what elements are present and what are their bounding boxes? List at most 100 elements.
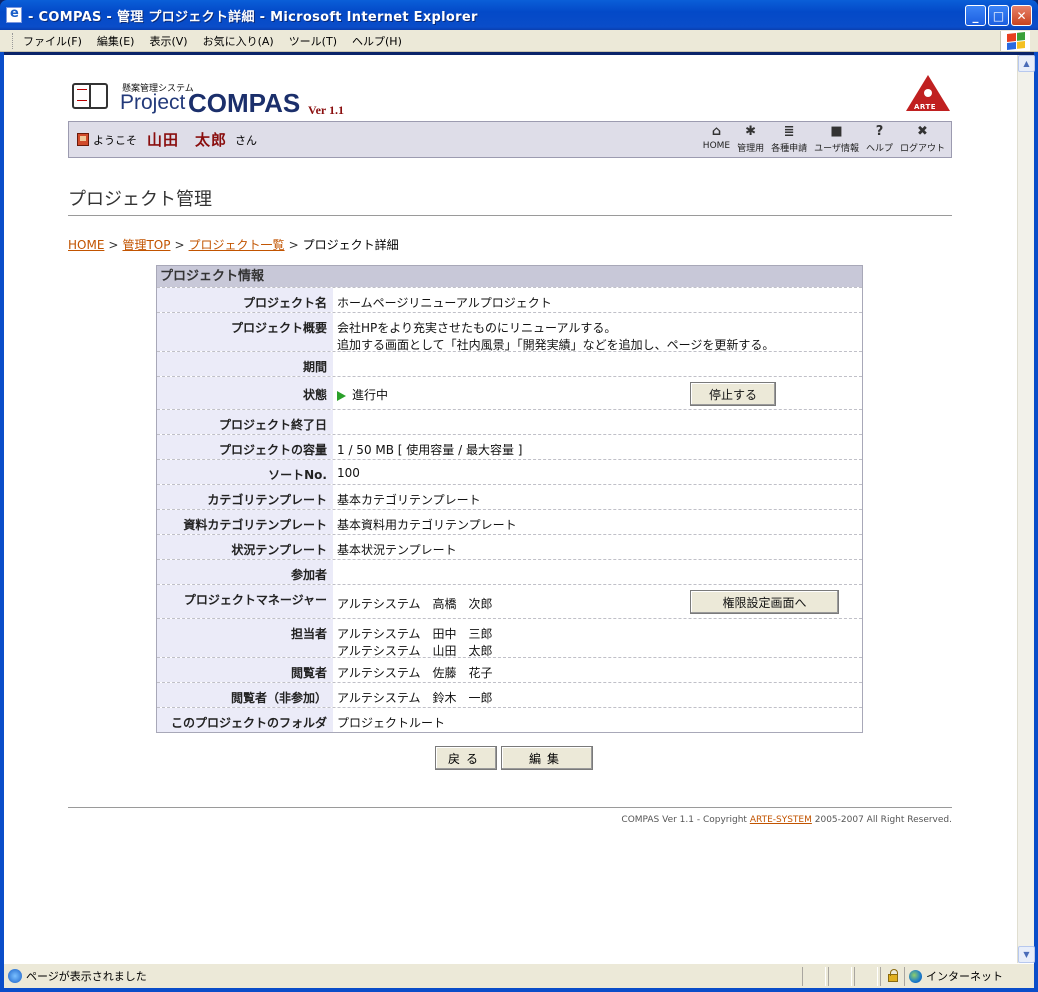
table-row: 状態 進行中 停止する xyxy=(157,376,862,409)
footer: COMPAS Ver 1.1 - Copyright ARTE-SYSTEM 2… xyxy=(621,815,952,825)
back-button[interactable]: 戻る xyxy=(435,746,497,770)
tool-requests[interactable]: ≣ 各種申請 xyxy=(771,124,807,155)
tool-user-info[interactable]: ■ ユーザ情報 xyxy=(814,124,859,155)
document-category-template-value: 基本資料用カテゴリテンプレート xyxy=(337,518,517,532)
window-frame-bottom xyxy=(0,988,1038,992)
status-value: 進行中 停止する xyxy=(333,377,862,409)
breadcrumb-current: プロジェクト詳細 xyxy=(302,238,399,252)
project-info-table: プロジェクト情報 プロジェクト名 ホームページリニューアルプロジェクト プロジェ… xyxy=(156,265,863,733)
menu-bar: ファイル(F) 編集(E) 表示(V) お気に入り(A) ツール(T) ヘルプ(… xyxy=(0,30,1038,52)
row-label: 閲覧者 xyxy=(157,658,333,682)
home-icon: ⌂ xyxy=(711,123,722,139)
tool-home[interactable]: ⌂ HOME xyxy=(703,124,730,154)
windows-logo-icon xyxy=(1000,31,1030,51)
page-title: プロジェクト管理 xyxy=(68,189,212,210)
vertical-scrollbar[interactable]: ▲ ▼ xyxy=(1017,55,1035,963)
table-row: 資料カテゴリテンプレート 基本資料用カテゴリテンプレート xyxy=(157,509,862,534)
logo-compas: COMPAS xyxy=(188,88,301,118)
breadcrumb-separator: > xyxy=(288,238,299,252)
scroll-down-icon[interactable]: ▼ xyxy=(1018,946,1035,963)
scroll-up-icon[interactable]: ▲ xyxy=(1018,55,1035,72)
participants-value xyxy=(333,560,862,584)
close-button[interactable]: ✕ xyxy=(1011,5,1032,26)
welcome-prefix: ようこそ xyxy=(93,133,137,147)
menu-favorites[interactable]: お気に入り(A) xyxy=(203,33,274,49)
table-row: 期間 xyxy=(157,351,862,376)
sort-no-value: 100 xyxy=(337,466,360,480)
menu-file[interactable]: ファイル(F) xyxy=(23,33,82,49)
book-icon xyxy=(72,83,108,109)
user-name: 山田 太郎 xyxy=(147,131,228,149)
project-manager-value: アルテシステム 高橋 次郎 権限設定画面へ xyxy=(333,585,862,618)
user-icon xyxy=(77,133,89,146)
globe-icon xyxy=(909,969,922,983)
table-row: ソートNo. 100 xyxy=(157,459,862,484)
tool-logout[interactable]: ✖ ログアウト xyxy=(900,123,945,155)
page-loaded-icon xyxy=(8,969,22,983)
row-label: 期間 xyxy=(157,352,333,376)
window-title: - COMPAS - 管理 プロジェクト詳細 - Microsoft Inter… xyxy=(28,9,478,25)
row-label: 参加者 xyxy=(157,560,333,584)
permission-settings-button[interactable]: 権限設定画面へ xyxy=(690,590,839,614)
table-row: 閲覧者 アルテシステム 佐藤 花子 xyxy=(157,657,862,682)
lock-icon xyxy=(880,966,904,986)
table-row: 参加者 xyxy=(157,559,862,584)
breadcrumb-admin-top[interactable]: 管理TOP xyxy=(122,238,170,252)
breadcrumb-project-list[interactable]: プロジェクト一覧 xyxy=(189,238,285,252)
table-row: このプロジェクトのフォルダ プロジェクトルート xyxy=(157,707,862,732)
arte-logo: ARTE xyxy=(906,75,952,115)
menu-edit[interactable]: 編集(E) xyxy=(97,33,135,49)
row-label: 状態 xyxy=(157,377,333,409)
maximize-button[interactable]: □ xyxy=(988,5,1009,26)
row-label: 閲覧者（非参加） xyxy=(157,683,333,707)
table-row: プロジェクト名 ホームページリニューアルプロジェクト xyxy=(157,287,862,312)
project-compas-logo[interactable]: 懸案管理システム Project COMPAS Ver 1.1 xyxy=(68,77,388,118)
table-row: プロジェクト概要 会社HPをより充実させたものにリニューアルする。 追加する画面… xyxy=(157,312,862,352)
toolbar-grip xyxy=(12,32,15,49)
logo-version: Ver 1.1 xyxy=(308,103,344,117)
table-row: プロジェクト終了日 xyxy=(157,409,862,434)
row-label: プロジェクトの容量 xyxy=(157,435,333,459)
gear-icon: ✱ xyxy=(745,123,757,139)
table-row: 閲覧者（非参加） アルテシステム 鈴木 一郎 xyxy=(157,682,862,707)
capacity-value: 1 / 50 MB [ 使用容量 / 最大容量 ] xyxy=(337,443,523,457)
table-row: 担当者 アルテシステム 田中 三郎 アルテシステム 山田 太郎 xyxy=(157,618,862,658)
security-zone: インターネット xyxy=(904,966,1034,986)
header-tools: ⌂ HOME ✱ 管理用 ≣ 各種申請 ■ ユーザ情報 ? ヘルプ ✖ ログアウ… xyxy=(696,123,945,155)
project-folder-value: プロジェクトルート xyxy=(337,716,446,730)
table-row: カテゴリテンプレート 基本カテゴリテンプレート xyxy=(157,484,862,509)
project-name-value: ホームページリニューアルプロジェクト xyxy=(337,296,552,310)
tool-admin[interactable]: ✱ 管理用 xyxy=(737,123,764,155)
help-icon: ? xyxy=(875,123,884,139)
row-label: プロジェクト終了日 xyxy=(157,410,333,434)
assignees-value: アルテシステム 田中 三郎 アルテシステム 山田 太郎 xyxy=(337,627,493,658)
ie-app-icon xyxy=(6,6,22,23)
category-template-value: 基本カテゴリテンプレート xyxy=(337,493,481,507)
logout-icon: ✖ xyxy=(917,123,928,139)
period-value xyxy=(333,352,862,376)
row-label: プロジェクトマネージャー xyxy=(157,585,333,618)
row-label: ソートNo. xyxy=(157,460,333,484)
project-summary-value: 会社HPをより充実させたものにリニューアルする。 追加する画面として「社内風景」… xyxy=(337,321,775,352)
end-date-value xyxy=(333,410,862,434)
breadcrumb-separator: > xyxy=(174,238,185,252)
tool-help[interactable]: ? ヘルプ xyxy=(866,123,893,155)
menu-help[interactable]: ヘルプ(H) xyxy=(352,33,402,49)
row-label: 状況テンプレート xyxy=(157,535,333,559)
project-info-heading: プロジェクト情報 xyxy=(157,266,862,287)
arte-system-link[interactable]: ARTE-SYSTEM xyxy=(750,815,812,825)
stop-button[interactable]: 停止する xyxy=(690,382,776,406)
menu-tools[interactable]: ツール(T) xyxy=(289,33,337,49)
row-label: このプロジェクトのフォルダ xyxy=(157,708,333,732)
breadcrumb-home[interactable]: HOME xyxy=(68,238,104,252)
minimize-button[interactable]: _ xyxy=(965,5,986,26)
window-controls: _ □ ✕ xyxy=(965,5,1032,26)
welcome-bar: ようこそ 山田 太郎 さん ⌂ HOME ✱ 管理用 ≣ 各種申請 ■ ユーザ情… xyxy=(68,121,952,158)
window-titlebar: - COMPAS - 管理 プロジェクト詳細 - Microsoft Inter… xyxy=(0,0,1038,30)
title-divider xyxy=(68,215,952,216)
row-label: 担当者 xyxy=(157,619,333,657)
edit-button[interactable]: 編集 xyxy=(501,746,593,770)
arte-logo-text: ARTE xyxy=(914,103,937,111)
menu-view[interactable]: 表示(V) xyxy=(149,33,187,49)
page-viewport: 懸案管理システム Project COMPAS Ver 1.1 ARTE ようこ… xyxy=(4,55,1017,963)
